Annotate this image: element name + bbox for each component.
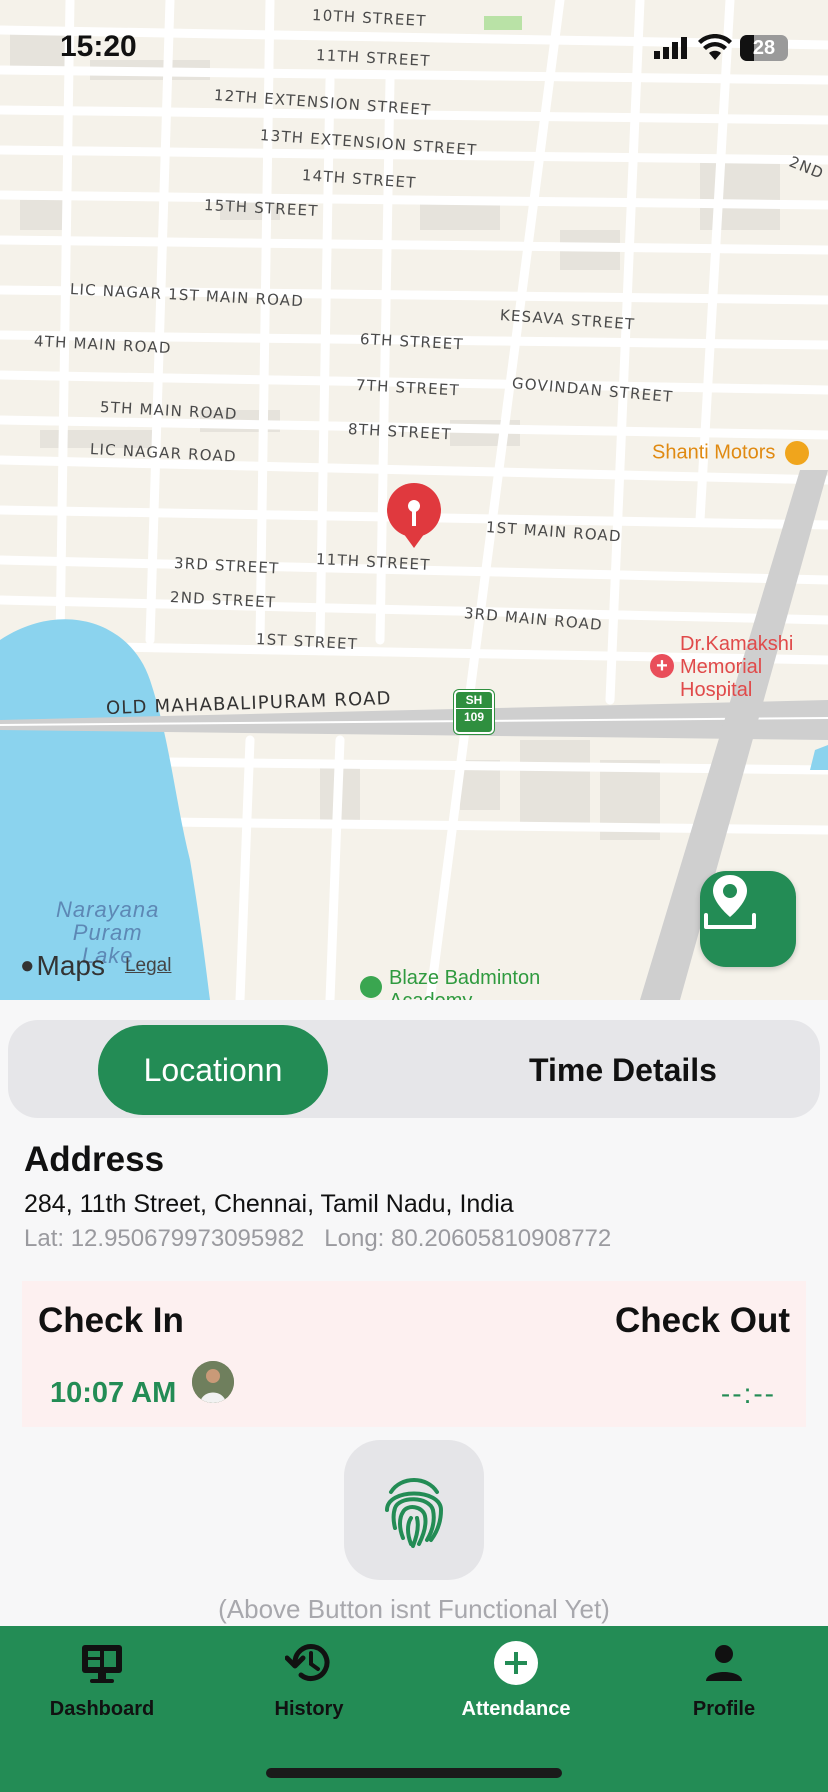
address-line: 284, 11th Street, Chennai, Tamil Nadu, I… [24, 1190, 514, 1218]
fingerprint-note: (Above Button isnt Functional Yet) [218, 1594, 610, 1624]
check-in-time: 10:07 AM [50, 1377, 177, 1409]
home-indicator [266, 1768, 562, 1778]
battery-level: 28 [752, 37, 776, 59]
check-in-out-card: Check In Check Out 10:07 AM --:-- [22, 1281, 806, 1427]
dashboard-icon [80, 1640, 124, 1686]
tab-history[interactable]: History [219, 1626, 399, 1736]
apple-logo-icon: ● [20, 952, 35, 979]
segmented-control: Locationn Time Details [8, 1020, 820, 1118]
legal-link[interactable]: Legal [125, 955, 172, 977]
check-in-label: Check In [38, 1301, 184, 1340]
tab-label: Profile [692, 1698, 756, 1720]
tab-attendance[interactable]: Attendance [426, 1626, 606, 1736]
address-title: Address [24, 1140, 165, 1179]
shield-top: SH [465, 693, 483, 707]
status-bar: 15:20 28 [0, 0, 828, 100]
highway-shield: SH 109 [454, 690, 494, 734]
poi-shanti-motors[interactable]: Shanti Motors [652, 441, 809, 465]
tab-location[interactable]: Locationn [98, 1025, 328, 1115]
maps-brand: Maps [36, 950, 105, 981]
fingerprint-icon [385, 1478, 444, 1548]
fingerprint-button[interactable] [344, 1440, 484, 1580]
tab-dashboard[interactable]: Dashboard [12, 1626, 192, 1736]
recenter-location-button[interactable] [700, 871, 796, 967]
map-pin-icon [704, 875, 756, 929]
tab-label: Attendance [461, 1698, 571, 1720]
map-view[interactable]: 10TH STREET 11TH STREET 12TH EXTENSION S… [0, 0, 828, 1000]
bottom-tab-bar: Dashboard History Attendance Profile [0, 1626, 828, 1792]
history-icon [285, 1640, 333, 1686]
battery-icon: 28 [740, 35, 788, 61]
add-circle-icon [493, 1640, 539, 1686]
avatar[interactable] [192, 1361, 234, 1403]
check-out-label: Check Out [614, 1301, 790, 1340]
poi-label: Shanti Motors [652, 441, 776, 464]
tab-label: Dashboard [49, 1698, 155, 1720]
maps-attribution: ● Maps Legal [20, 950, 171, 982]
tab-profile[interactable]: Profile [634, 1626, 814, 1736]
hospital-icon: + [650, 654, 674, 678]
tab-label: History [274, 1698, 344, 1720]
coordinates: Lat: 12.950679973095982 Long: 80.2060581… [24, 1225, 612, 1252]
person-icon [704, 1640, 744, 1686]
tab-time-details[interactable]: Time Details [428, 1025, 818, 1115]
sport-icon [360, 976, 382, 998]
shield-number: 109 [456, 708, 492, 725]
status-time: 15:20 [60, 30, 137, 63]
bicycle-icon [784, 441, 809, 465]
poi-badminton[interactable]: Blaze Badminton Academy [389, 967, 540, 1000]
check-out-time: --:-- [720, 1378, 776, 1409]
poi-hospital[interactable]: Dr.Kamakshi Memorial Hospital [680, 633, 793, 702]
